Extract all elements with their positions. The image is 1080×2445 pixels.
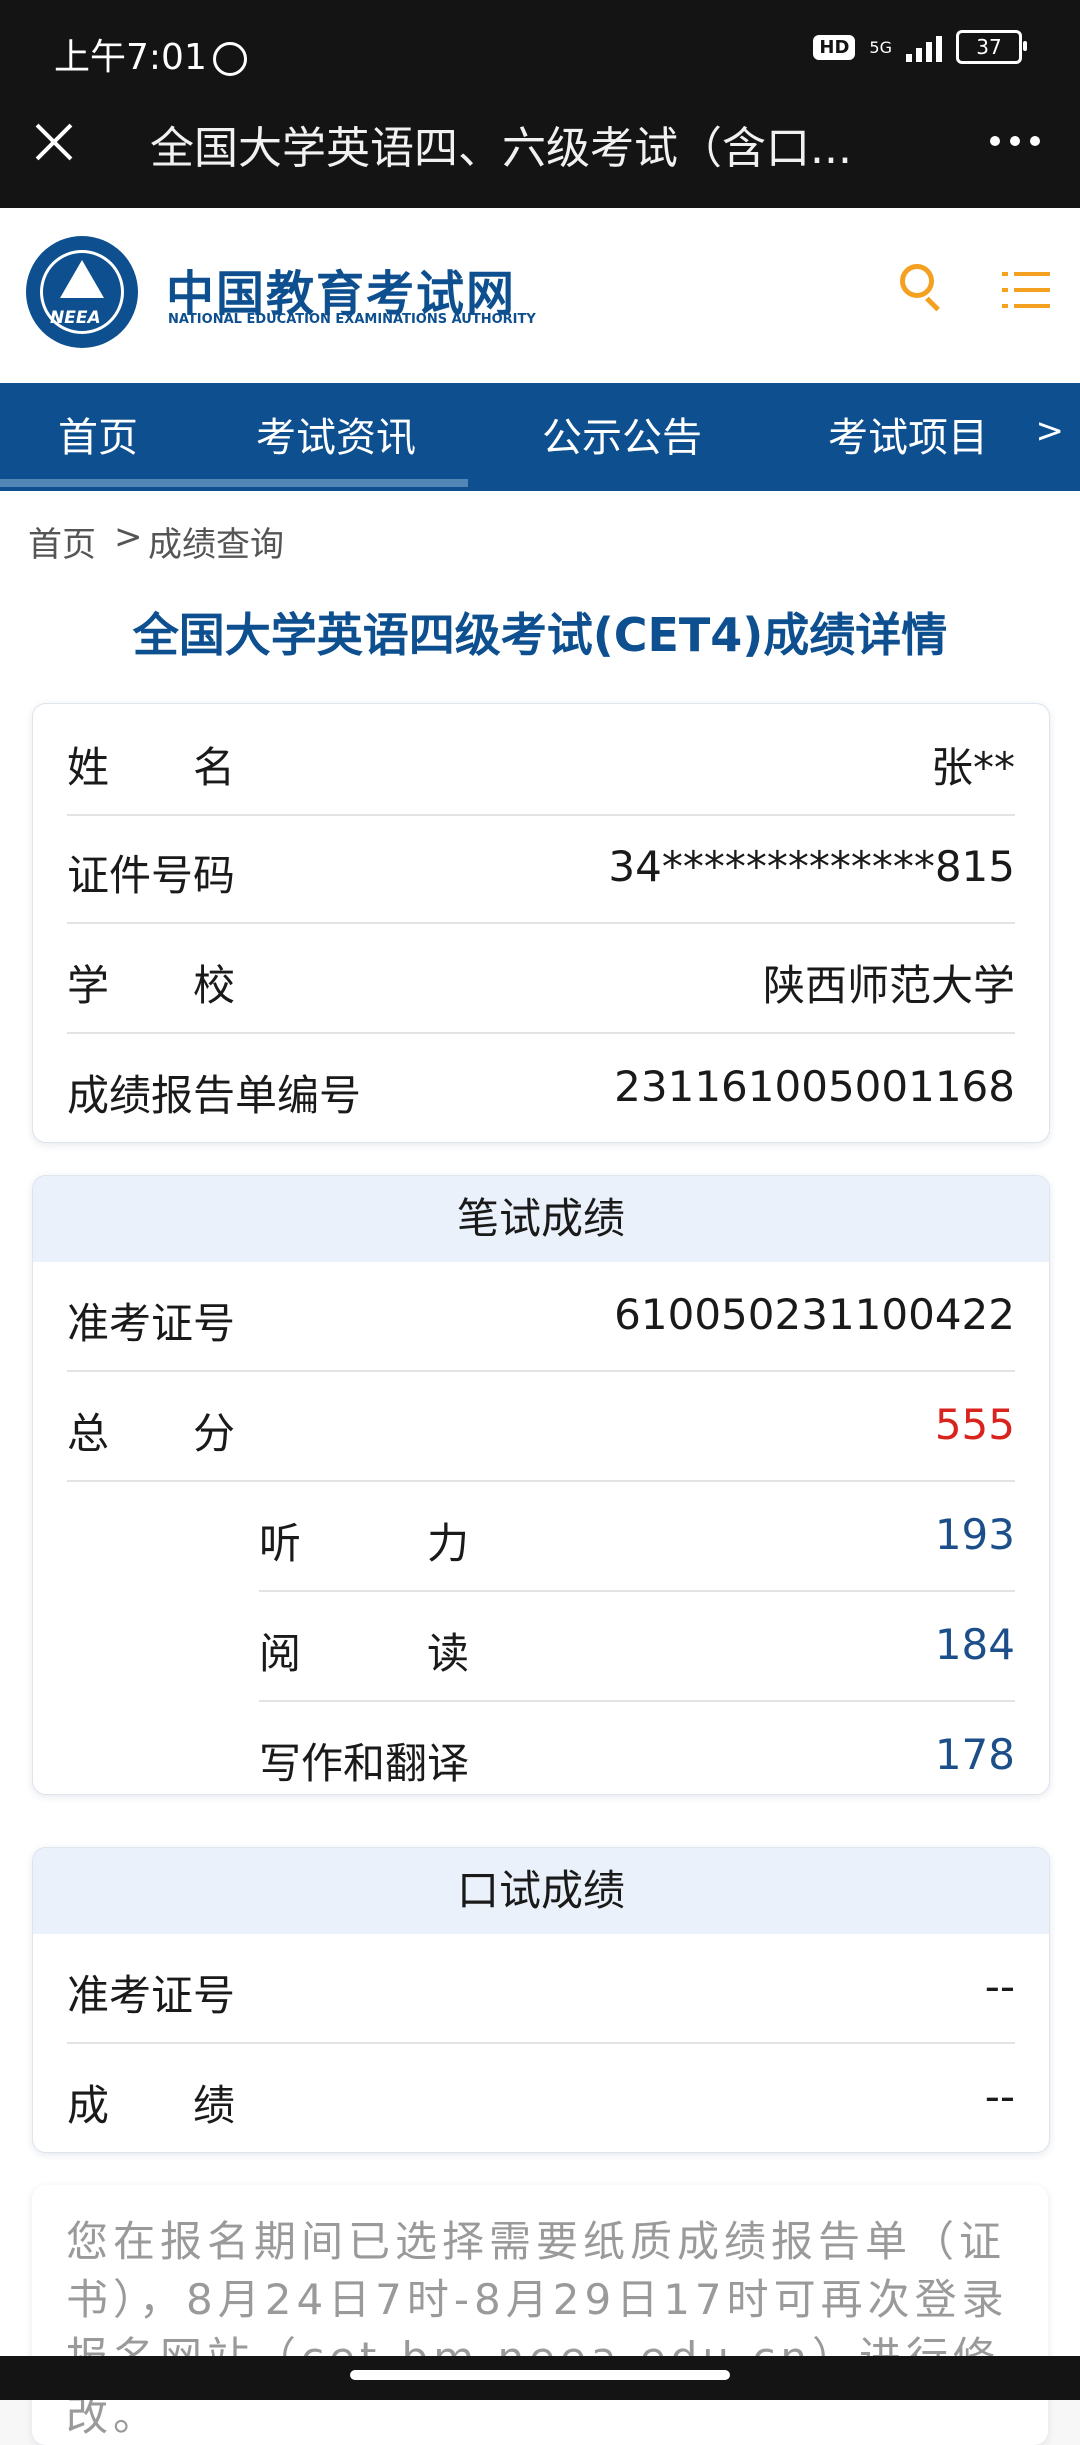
report-number-label: 成绩报告单编号 xyxy=(67,1071,362,1120)
page-body: 全国大学英语四级考试(CET4)成绩详情 姓 名 张** 证件号码 34****… xyxy=(0,583,1080,2445)
total-score-label: 总 分 xyxy=(67,1409,236,1458)
nav-item-home[interactable]: 首页 xyxy=(58,405,138,463)
writing-value: 178 xyxy=(934,1730,1015,1779)
more-options-icon[interactable] xyxy=(990,136,1040,146)
status-indicators: HD 5G 37 xyxy=(813,30,1027,64)
webview-title: 全国大学英语四、六级考试（含口... xyxy=(150,123,852,174)
neea-logo-icon[interactable]: NEEA xyxy=(26,236,138,348)
id-value: 34*************815 xyxy=(608,842,1015,891)
network-type: 5G xyxy=(869,37,892,57)
oral-ticket-value: -- xyxy=(984,1962,1015,2011)
alarm-icon xyxy=(212,42,247,76)
clock-text: 上午7:01 xyxy=(54,37,207,78)
written-score-heading: 笔试成绩 xyxy=(33,1176,1049,1262)
search-icon[interactable] xyxy=(898,262,946,312)
main-nav: 首页 考试资讯 公示公告 考试项目 > xyxy=(0,383,1080,491)
info-row-report: 成绩报告单编号 231161005001168 xyxy=(67,1034,1015,1142)
breadcrumb-current: 成绩查询 xyxy=(148,525,284,565)
notice-text: 您在报名期间已选择需要纸质成绩报告单（证书），8月24日7时-8月29日17时可… xyxy=(66,2217,1009,2440)
id-label: 证件号码 xyxy=(67,851,236,900)
menu-icon[interactable] xyxy=(1002,268,1052,312)
nav-scroll-indicator xyxy=(0,479,468,487)
breadcrumb-home[interactable]: 首页 xyxy=(28,517,96,566)
site-logo-subtitle: NATIONAL EDUCATION EXAMINATIONS AUTHORIT… xyxy=(168,312,536,327)
personal-info-card: 姓 名 张** 证件号码 34*************815 学 校 陕西师范… xyxy=(32,703,1050,1143)
written-ticket-label: 准考证号 xyxy=(67,1299,236,1348)
listening-value: 193 xyxy=(934,1510,1015,1559)
oral-row-ticket: 准考证号 -- xyxy=(67,1934,1015,2044)
written-ticket-value: 610050231100422 xyxy=(614,1290,1015,1339)
writing-label: 写作和翻译 xyxy=(259,1739,470,1788)
nav-item-exams[interactable]: 考试项目 xyxy=(828,405,988,463)
school-label: 学 校 xyxy=(67,961,236,1010)
top-bar: 上午7:01 HD 5G 37 全国大学英语四、六级考试（含口... xyxy=(0,0,1080,208)
written-row-reading: 阅 读 184 xyxy=(259,1592,1015,1702)
breadcrumb-separator: > xyxy=(114,517,143,557)
nav-scroll-right-icon[interactable]: > xyxy=(1036,411,1065,451)
oral-ticket-label: 准考证号 xyxy=(67,1971,236,2020)
home-indicator[interactable] xyxy=(350,2370,730,2380)
gesture-bar xyxy=(0,2356,1080,2400)
page-title: 全国大学英语四级考试(CET4)成绩详情 xyxy=(132,608,948,662)
notice-box: 您在报名期间已选择需要纸质成绩报告单（证书），8月24日7时-8月29日17时可… xyxy=(32,2185,1048,2445)
school-value: 陕西师范大学 xyxy=(762,961,1015,1010)
written-row-writing: 写作和翻译 178 xyxy=(259,1702,1015,1794)
close-icon[interactable] xyxy=(30,118,78,166)
total-score-value: 555 xyxy=(934,1400,1015,1449)
written-row-total: 总 分 555 xyxy=(67,1372,1015,1482)
name-label: 姓 名 xyxy=(67,743,236,792)
battery-icon: 37 xyxy=(956,30,1027,64)
status-time: 上午7:01 xyxy=(54,28,247,80)
info-row-name: 姓 名 张** xyxy=(67,706,1015,816)
oral-score-label: 成 绩 xyxy=(67,2081,236,2130)
hd-icon: HD xyxy=(813,34,856,60)
reading-label: 阅 读 xyxy=(259,1629,470,1678)
written-score-card: 笔试成绩 准考证号 610050231100422 总 分 555 听 力 19… xyxy=(32,1175,1050,1795)
breadcrumb: 首页 > 成绩查询 xyxy=(0,491,1080,584)
signal-icon xyxy=(906,32,942,62)
reading-value: 184 xyxy=(934,1620,1015,1669)
info-row-school: 学 校 陕西师范大学 xyxy=(67,924,1015,1034)
name-value: 张** xyxy=(930,743,1015,792)
oral-score-card: 口试成绩 准考证号 -- 成 绩 -- xyxy=(32,1847,1050,2153)
info-row-id: 证件号码 34*************815 xyxy=(67,814,1015,924)
written-row-ticket: 准考证号 610050231100422 xyxy=(67,1262,1015,1372)
oral-row-score: 成 绩 -- xyxy=(67,2044,1015,2152)
nav-item-notices[interactable]: 公示公告 xyxy=(542,405,702,463)
written-row-listening: 听 力 193 xyxy=(259,1482,1015,1592)
oral-score-heading: 口试成绩 xyxy=(33,1848,1049,1934)
listening-label: 听 力 xyxy=(259,1519,470,1568)
nav-item-news[interactable]: 考试资讯 xyxy=(256,405,416,463)
report-number-value: 231161005001168 xyxy=(614,1062,1015,1111)
site-header: NEEA 中国教育考试网 NATIONAL EDUCATION EXAMINAT… xyxy=(0,208,1080,383)
oral-score-value: -- xyxy=(984,2072,1015,2121)
